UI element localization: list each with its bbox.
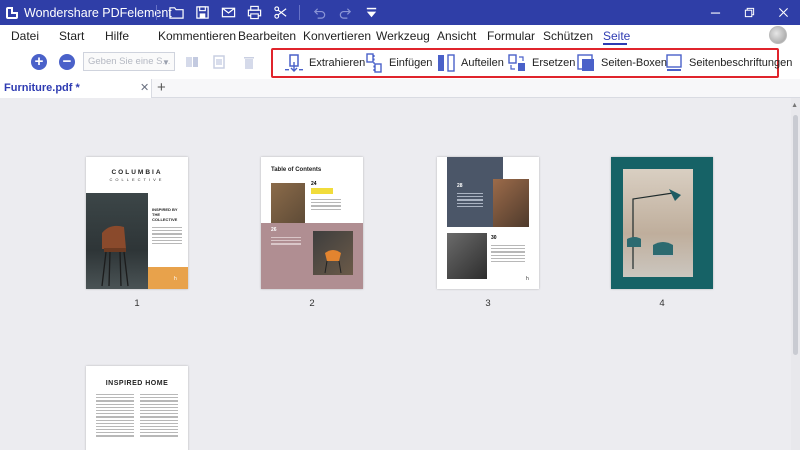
page1-color-block [148, 267, 188, 289]
titlebar-separator [299, 5, 300, 20]
split-label: Aufteilen [461, 56, 504, 69]
app-title: Wondershare PDFelement [24, 5, 172, 20]
menu-konvertieren[interactable]: Konvertieren [303, 29, 371, 43]
menu-datei[interactable]: Datei [11, 29, 39, 43]
document-tab-bar: Furniture.pdf * ✕ + [0, 79, 800, 98]
page-thumbnail-2[interactable]: Table of Contents 24 26 [261, 157, 363, 289]
mail-icon[interactable] [215, 0, 241, 25]
page4-room-photo [623, 169, 693, 277]
page2-entry-1: 24 [311, 181, 317, 187]
extract-icon [285, 53, 303, 72]
page5-text-column-left [96, 394, 134, 439]
chevron-down-icon[interactable]: ▼ [162, 58, 170, 67]
page-number-1: 1 [134, 298, 140, 309]
close-window-icon[interactable] [766, 0, 800, 25]
minimize-icon[interactable] [698, 0, 732, 25]
menu-seite[interactable]: Seite [603, 29, 630, 43]
page-number-4: 4 [659, 298, 665, 309]
page3-entry-2: 30 [491, 235, 497, 241]
insert-button[interactable]: Einfügen [364, 52, 432, 73]
page3-photo-bottom [447, 233, 487, 279]
page-boxes-label: Seiten-Boxen [601, 56, 668, 69]
page1-title: COLUMBIA [111, 169, 163, 176]
undo-icon[interactable] [306, 0, 332, 25]
menu-start[interactable]: Start [59, 29, 84, 43]
replace-button[interactable]: Ersetzen [507, 52, 575, 73]
page3-footer: h [526, 276, 529, 282]
page3-entry-1: 28 [457, 183, 463, 189]
page5-text-column-right [140, 394, 178, 439]
page1-subtitle: COLLECTIVE [109, 177, 165, 182]
page-labels-label: Seitenbeschriftungen [689, 56, 793, 69]
page3-text-lines [457, 193, 483, 209]
scroll-up-icon[interactable]: ▲ [791, 102, 798, 109]
menu-bar: Datei Start Hilfe Kommentieren Bearbeite… [0, 25, 800, 46]
menu-kommentieren[interactable]: Kommentieren [158, 29, 236, 43]
page-labels-icon [666, 53, 682, 71]
page2-title: Table of Contents [271, 167, 322, 173]
insert-label: Einfügen [389, 56, 433, 69]
page-number-2: 2 [309, 298, 315, 309]
page-thumbnail-4[interactable] [611, 157, 713, 289]
page-labels-button[interactable]: Seitenbeschriftungen [664, 52, 792, 73]
page3-text-lines-lower [491, 245, 525, 264]
page-thumbnail-5[interactable]: INSPIRED HOME [86, 366, 188, 450]
page1-heading: INSPIRED BY THE COLLECTIVE [152, 207, 178, 222]
extract-button[interactable]: Extrahieren [284, 52, 365, 73]
redo-icon[interactable] [332, 0, 358, 25]
titlebar-separator [156, 5, 157, 20]
menu-formular[interactable]: Formular [487, 29, 535, 43]
rotate-page-icon[interactable] [184, 54, 200, 70]
page1-chair-photo [86, 193, 148, 289]
document-tab-label: Furniture.pdf * [4, 82, 80, 94]
zoom-in-button[interactable]: + [31, 54, 47, 70]
page-thumbnail-1[interactable]: COLUMBIA COLLECTIVE INSPIRED BY THE COLL… [86, 157, 188, 289]
extract-label: Extrahieren [309, 56, 366, 69]
title-bar: Wondershare PDFelement [0, 0, 800, 25]
replace-label: Ersetzen [532, 56, 576, 69]
scrollbar-thumb[interactable] [793, 115, 798, 355]
folder-icon[interactable] [163, 0, 189, 25]
zoom-out-button[interactable]: − [59, 54, 75, 70]
menu-ansicht[interactable]: Ansicht [437, 29, 476, 43]
page2-highlight-tag [311, 188, 333, 194]
delete-page-icon[interactable] [241, 54, 257, 70]
split-icon [438, 53, 455, 72]
dropdown-icon[interactable] [358, 0, 384, 25]
page3-photo-top [493, 179, 529, 227]
document-tab[interactable]: Furniture.pdf * ✕ [0, 79, 152, 98]
active-menu-indicator [603, 43, 627, 45]
maximize-icon[interactable] [732, 0, 766, 25]
menu-hilfe[interactable]: Hilfe [105, 29, 129, 43]
page2-photo-bottom [313, 231, 353, 275]
page5-title: INSPIRED HOME [105, 380, 169, 387]
menu-schuetzen[interactable]: Schützen [543, 29, 593, 43]
scissors-icon[interactable] [267, 0, 293, 25]
replace-icon [508, 53, 525, 71]
add-tab-button[interactable]: + [157, 79, 166, 97]
app-logo-icon [6, 6, 18, 19]
menu-bearbeiten[interactable]: Bearbeiten [238, 29, 296, 43]
page1-footer: h [174, 276, 177, 282]
page-number-3: 3 [485, 298, 491, 309]
avatar[interactable] [769, 26, 787, 44]
insert-icon [366, 52, 382, 73]
page-thumbnail-3[interactable]: 28 30 h [437, 157, 539, 289]
close-tab-icon[interactable]: ✕ [140, 81, 149, 94]
page2-text-lines-lower [271, 237, 301, 247]
menu-werkzeug[interactable]: Werkzeug [376, 29, 430, 43]
split-button[interactable]: Aufteilen [436, 52, 504, 73]
page1-text-lines [152, 227, 182, 246]
page2-text-lines [311, 199, 341, 212]
page-boxes-icon [577, 53, 594, 71]
page2-entry-2: 26 [271, 227, 277, 233]
crop-page-icon[interactable] [211, 54, 227, 70]
page-boxes-button[interactable]: Seiten-Boxen [576, 52, 667, 73]
print-icon[interactable] [241, 0, 267, 25]
page2-photo-top [271, 183, 305, 225]
save-icon[interactable] [189, 0, 215, 25]
